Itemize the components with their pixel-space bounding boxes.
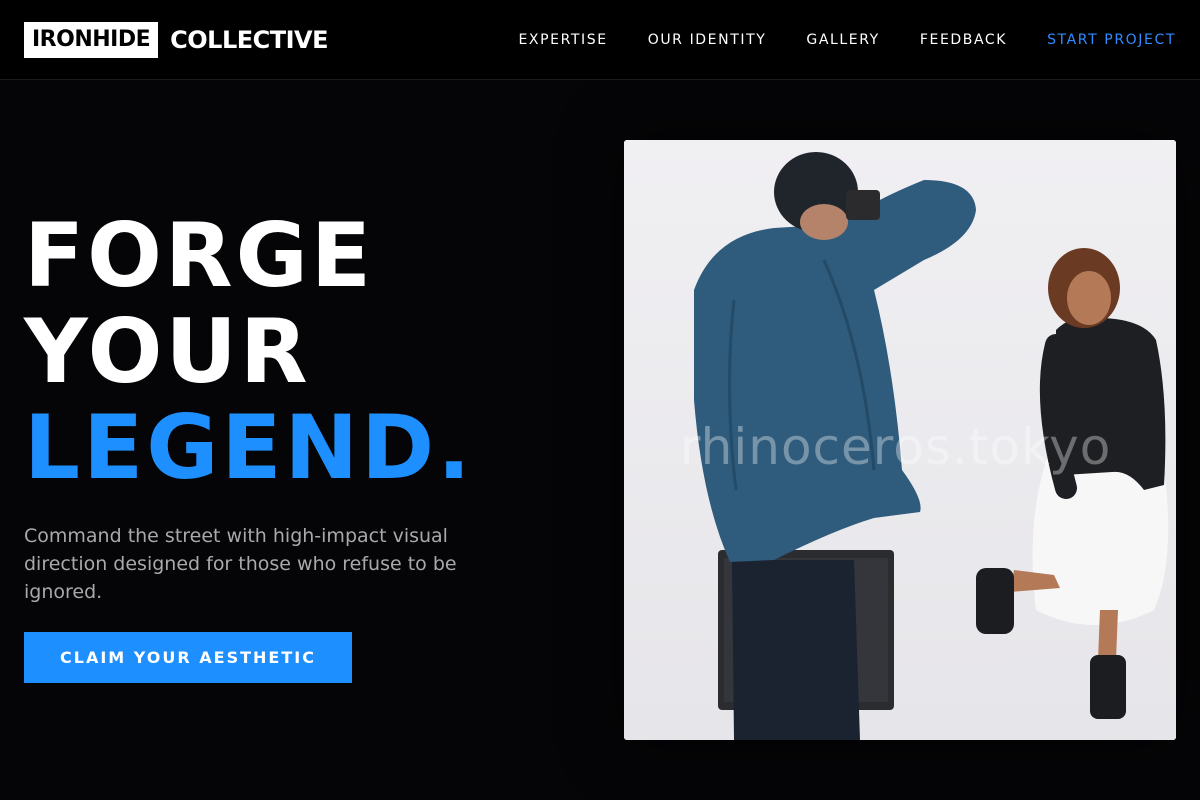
nav-link-start-project[interactable]: START PROJECT: [1047, 30, 1176, 50]
hero-heading-line-2: YOUR: [24, 300, 311, 403]
hero-heading: FORGE YOUR LEGEND.: [24, 208, 474, 496]
nav-link-feedback[interactable]: FEEDBACK: [920, 30, 1007, 50]
nav-link-expertise[interactable]: EXPERTISE: [518, 30, 607, 50]
nav-link-gallery[interactable]: GALLERY: [806, 30, 879, 50]
photo-watermark: rhinoceros.tokyo: [680, 418, 1112, 476]
claim-aesthetic-button[interactable]: CLAIM YOUR AESTHETIC: [24, 632, 352, 683]
site-header: IRONHIDE COLLECTIVE EXPERTISE OUR IDENTI…: [0, 0, 1200, 80]
hero-heading-line-3: LEGEND.: [24, 396, 474, 499]
hero-subtitle: Command the street with high-impact visu…: [24, 525, 457, 603]
logo-word-text: COLLECTIVE: [170, 26, 329, 54]
brand-logo[interactable]: IRONHIDE COLLECTIVE: [24, 22, 329, 58]
logo-box-text: IRONHIDE: [24, 22, 159, 58]
hero-heading-line-1: FORGE: [24, 204, 375, 307]
nav-link-our-identity[interactable]: OUR IDENTITY: [648, 30, 767, 50]
main-nav: EXPERTISE OUR IDENTITY GALLERY FEEDBACK …: [518, 30, 1176, 50]
